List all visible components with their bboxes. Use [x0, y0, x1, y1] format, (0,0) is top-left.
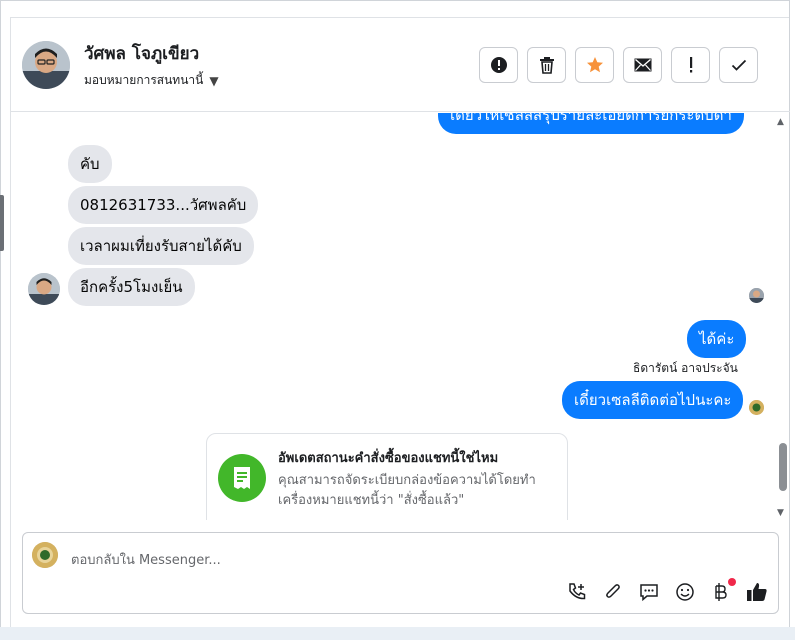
contact-avatar[interactable]: [22, 41, 70, 89]
composer-tools: [565, 578, 769, 604]
header-actions: [479, 47, 758, 83]
seen-receipt-avatar: [749, 288, 764, 303]
reply-input[interactable]: ตอบกลับใน Messenger...: [71, 549, 221, 570]
reply-composer[interactable]: ตอบกลับใน Messenger...: [22, 532, 779, 614]
message-thread[interactable]: เดี๋ยวให้เซลล์สรุปรายละเอียดการยกระดับดำ…: [11, 113, 790, 520]
trash-icon: [539, 57, 554, 74]
mark-unread-button[interactable]: [623, 47, 662, 83]
envelope-icon: [634, 58, 651, 72]
sender-name-label: ธิดารัตน์ อาจประจัน: [633, 361, 738, 375]
conversation-panel: วัศพล โจภูเขียว มอบหมายการสนทนานี้ ▼ เดี…: [10, 18, 790, 627]
assign-label: มอบหมายการสนทนานี้: [84, 73, 204, 87]
page-seen-avatar: [749, 400, 764, 415]
caret-down-icon: ▼: [209, 73, 219, 88]
notification-dot: [728, 578, 736, 586]
scroll-up-arrow[interactable]: ▲: [777, 117, 784, 127]
assign-conversation-dropdown[interactable]: มอบหมายการสนทนานี้ ▼: [84, 71, 219, 90]
conversation-header: วัศพล โจภูเขียว มอบหมายการสนทนานี้ ▼: [11, 18, 790, 112]
page-avatar: [32, 542, 58, 568]
contact-name[interactable]: วัศพล โจภูเขียว: [84, 40, 199, 67]
alert-circle-icon: [490, 57, 507, 73]
scrollbar-thumb[interactable]: [779, 443, 787, 491]
saved-reply-icon[interactable]: [637, 580, 661, 604]
outgoing-message[interactable]: ได้ค่ะ: [687, 320, 747, 358]
like-icon[interactable]: [745, 580, 769, 604]
call-add-icon[interactable]: [565, 580, 589, 604]
order-status-prompt-card[interactable]: อัพเดตสถานะคำสั่งซื้อของแชทนี้ใช่ไหม คุณ…: [206, 433, 568, 520]
check-icon: [731, 59, 746, 71]
card-title: อัพเดตสถานะคำสั่งซื้อของแชทนี้ใช่ไหม: [278, 451, 499, 466]
left-edge-handle[interactable]: [0, 195, 4, 251]
incoming-message[interactable]: อีกครั้ง5โมงเย็น: [68, 268, 195, 306]
mark-important-button[interactable]: [671, 47, 710, 83]
outgoing-message[interactable]: เดี๋ยวเซลลีติดต่อไปนะคะ: [562, 381, 744, 419]
star-button[interactable]: [575, 47, 614, 83]
incoming-message[interactable]: 0812631733...วัศพลคับ: [68, 186, 259, 224]
incoming-message[interactable]: คับ: [68, 145, 112, 183]
card-description: คุณสามารถจัดระเบียบกล่องข้อความได้โดยทำเ…: [278, 473, 536, 508]
outgoing-message[interactable]: เดี๋ยวให้เซลล์สรุปรายละเอียดการยกระดับดำ: [438, 113, 744, 134]
star-icon: [586, 57, 603, 73]
scroll-down-arrow[interactable]: ▼: [777, 508, 784, 518]
attachment-icon[interactable]: [601, 580, 625, 604]
mark-done-button[interactable]: [719, 47, 758, 83]
sender-avatar[interactable]: [28, 273, 60, 305]
report-button[interactable]: [479, 47, 518, 83]
exclamation-icon: [689, 57, 692, 73]
baht-payment-icon[interactable]: [709, 578, 736, 604]
delete-button[interactable]: [527, 47, 566, 83]
emoji-icon[interactable]: [673, 580, 697, 604]
receipt-icon: [218, 454, 266, 502]
incoming-message[interactable]: เวลาผมเที่ยงรับสายได้คับ: [68, 227, 254, 265]
window-bottom-strip: [0, 627, 795, 640]
